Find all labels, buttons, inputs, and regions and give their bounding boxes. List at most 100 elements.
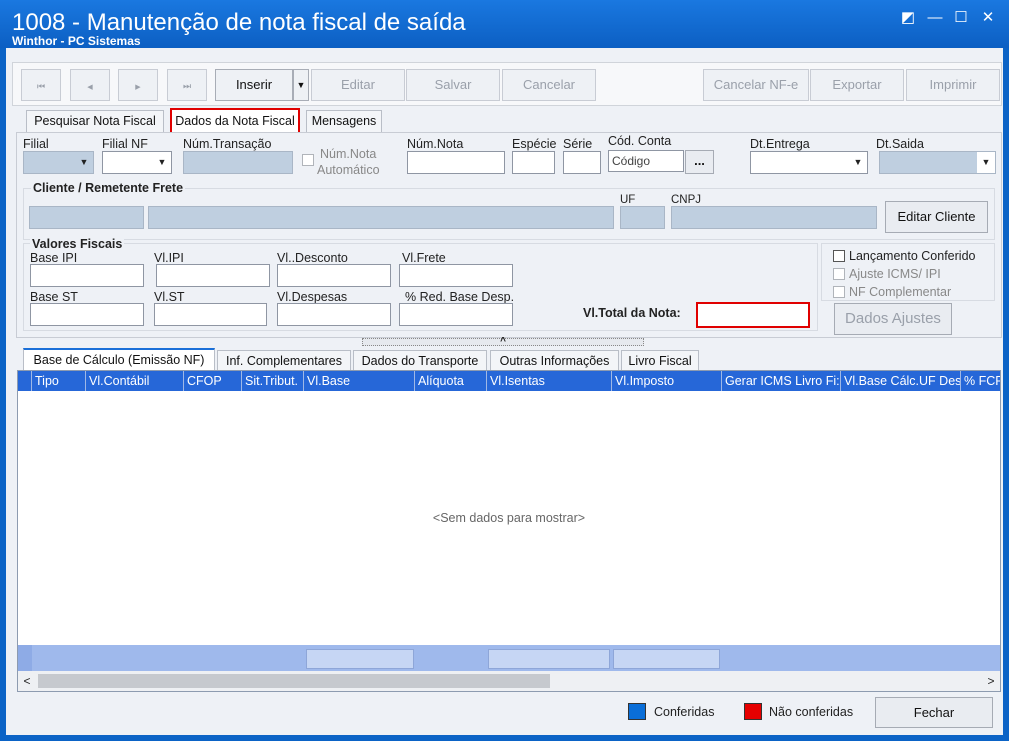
dados-ajustes-button[interactable]: Dados Ajustes [834, 303, 952, 335]
col-header-aliquota[interactable]: Alíquota [415, 371, 487, 391]
lancamento-conferido-checkbox[interactable] [833, 250, 845, 262]
tab-dados-nota-fiscal[interactable]: Dados da Nota Fiscal [170, 108, 300, 134]
col-header-vl-isentas[interactable]: Vl.Isentas [487, 371, 612, 391]
cliente-group-label: Cliente / Remetente Frete [31, 181, 186, 195]
num-nota-automatico-checkbox[interactable] [302, 154, 314, 166]
vl-frete-input[interactable] [399, 264, 513, 287]
nav-next-button[interactable]: ▶ [118, 69, 158, 101]
exportar-button[interactable]: Exportar [810, 69, 904, 101]
especie-input[interactable] [512, 151, 555, 174]
tab-base-calculo[interactable]: Base de Cálculo (Emissão NF) [23, 348, 215, 370]
restore-icon[interactable]: ◩ [897, 8, 919, 28]
filial-select[interactable]: ▼ [23, 151, 94, 174]
summary-vl-base [306, 649, 414, 669]
inserir-button[interactable]: Inserir [215, 69, 293, 101]
editar-button[interactable]: Editar [311, 69, 405, 101]
client-area: ⏮ ◀ ▶ ⏭ Inserir ▼ Editar Salvar Cancelar… [6, 48, 1003, 735]
col-header-fcp[interactable]: % FCP [961, 371, 1000, 391]
num-nota-input[interactable] [407, 151, 505, 174]
empty-grid-message: <Sem dados para mostrar> [432, 511, 586, 525]
vl-despesas-input[interactable] [277, 303, 391, 326]
col-header-cfop[interactable]: CFOP [184, 371, 242, 391]
dt-saida-picker[interactable]: ▼ [879, 151, 996, 174]
col-header-gerar-icms[interactable]: Gerar ICMS Livro Fi: [722, 371, 841, 391]
first-icon: ⏮ [36, 81, 46, 91]
uf-input[interactable] [620, 206, 665, 229]
chevron-down-icon: ▼ [157, 157, 167, 167]
tab-outras-informacoes[interactable]: Outras Informações [490, 350, 619, 372]
grid-indicator-header [18, 371, 32, 391]
summary-indicator [18, 645, 32, 671]
cnpj-input[interactable] [671, 206, 877, 229]
num-transacao-label: Núm.Transação [183, 137, 272, 151]
red-base-desp-label: % Red. Base Desp. [405, 290, 515, 304]
col-header-sit-tribut[interactable]: Sit.Tribut. [242, 371, 304, 391]
col-header-vl-imposto[interactable]: Vl.Imposto [612, 371, 722, 391]
vl-ipi-input[interactable] [156, 264, 270, 287]
scroll-right-icon[interactable]: > [984, 673, 998, 689]
dt-entrega-picker[interactable]: ▼ [750, 151, 868, 174]
dt-entrega-label: Dt.Entrega [750, 137, 810, 151]
cliente-nome-input[interactable] [148, 206, 614, 229]
vl-st-input[interactable] [154, 303, 267, 326]
filial-label: Filial [23, 137, 49, 151]
col-header-vl-base[interactable]: Vl.Base [304, 371, 415, 391]
title-bar: 1008 - Manutenção de nota fiscal de saíd… [0, 0, 1009, 48]
scroll-thumb[interactable] [38, 674, 550, 688]
nav-first-button[interactable]: ⏮ [21, 69, 61, 101]
cancelar-button[interactable]: Cancelar [502, 69, 596, 101]
vl-desconto-input[interactable] [277, 264, 391, 287]
cancelar-nfe-button[interactable]: Cancelar NF-e [703, 69, 809, 101]
tab-dados-transporte[interactable]: Dados do Transporte [353, 350, 487, 372]
col-header-tipo[interactable]: Tipo [32, 371, 86, 391]
tab-pesquisar[interactable]: Pesquisar Nota Fiscal [26, 110, 164, 132]
serie-input[interactable] [563, 151, 601, 174]
vl-total-nota-input[interactable] [696, 302, 810, 328]
editar-cliente-button[interactable]: Editar Cliente [885, 201, 988, 233]
num-nota-automatico-label-1: Núm.Nota [320, 147, 377, 161]
minimize-icon[interactable]: — [924, 8, 946, 28]
summary-vl-isentas [488, 649, 610, 669]
nao-conferidas-label: Não conferidas [769, 705, 854, 719]
cliente-codigo-input[interactable] [29, 206, 144, 229]
base-st-input[interactable] [30, 303, 144, 326]
summary-vl-imposto [613, 649, 720, 669]
col-header-vl-base-calc-uf[interactable]: Vl.Base Cálc.UF Des [841, 371, 961, 391]
vl-desconto-label: Vl..Desconto [277, 251, 348, 265]
nav-prev-button[interactable]: ◀ [70, 69, 110, 101]
ajuste-icms-ipi-label: Ajuste ICMS/ IPI [849, 267, 941, 281]
filial-nf-select[interactable]: ▼ [102, 151, 172, 174]
num-nota-label: Núm.Nota [407, 137, 464, 151]
tab-inf-complementares[interactable]: Inf. Complementares [217, 350, 351, 372]
window-subtitle: Winthor - PC Sistemas [12, 34, 141, 48]
nf-complementar-checkbox[interactable] [833, 286, 845, 298]
tab-livro-fiscal[interactable]: Livro Fiscal [621, 350, 699, 372]
exportar-label: Exportar [832, 77, 882, 92]
salvar-label: Salvar [434, 77, 472, 92]
imprimir-button[interactable]: Imprimir [906, 69, 1000, 101]
cod-conta-input[interactable]: Código [608, 150, 684, 172]
vl-despesas-label: Vl.Despesas [277, 290, 348, 304]
fechar-button[interactable]: Fechar [875, 697, 993, 728]
horizontal-scrollbar[interactable]: < > [18, 671, 1000, 691]
close-icon[interactable]: ✕ [977, 8, 999, 28]
salvar-button[interactable]: Salvar [406, 69, 500, 101]
splitter-handle[interactable]: ^ [362, 337, 644, 347]
num-transacao-input[interactable] [183, 151, 293, 174]
base-ipi-label: Base IPI [30, 251, 78, 265]
maximize-icon[interactable]: ☐ [950, 8, 972, 28]
nav-last-button[interactable]: ⏭ [167, 69, 207, 101]
cancelar-nfe-label: Cancelar NF-e [713, 77, 799, 92]
cod-conta-search-button[interactable]: ... [685, 150, 714, 174]
red-base-desp-input[interactable] [399, 303, 513, 326]
toolbar: ⏮ ◀ ▶ ⏭ Inserir ▼ Editar Salvar Cancelar… [12, 62, 1002, 106]
chevron-down-icon: ▼ [853, 157, 863, 167]
ajuste-icms-ipi-checkbox[interactable] [833, 268, 845, 280]
conferidas-color-swatch [628, 703, 646, 720]
base-st-label: Base ST [30, 290, 78, 304]
col-header-vl-contabil[interactable]: Vl.Contábil [86, 371, 184, 391]
scroll-left-icon[interactable]: < [20, 673, 34, 689]
base-ipi-input[interactable] [30, 264, 144, 287]
inserir-dropdown-button[interactable]: ▼ [293, 69, 309, 101]
tab-mensagens[interactable]: Mensagens [306, 110, 382, 132]
